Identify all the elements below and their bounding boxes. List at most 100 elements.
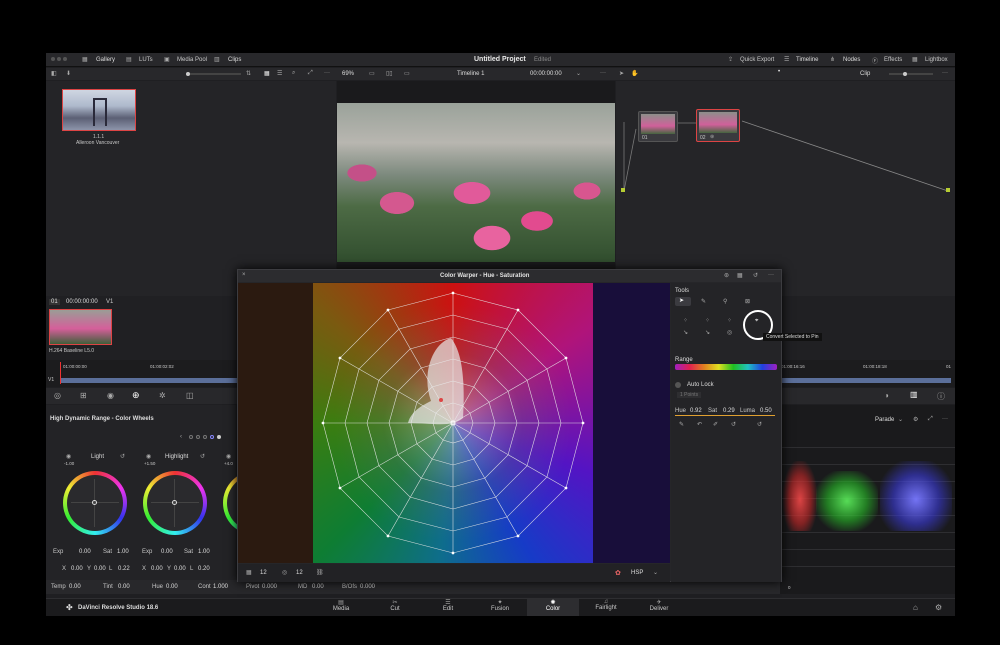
auto-lock-toggle[interactable] (675, 382, 681, 388)
node-zoom-slider[interactable] (889, 72, 933, 76)
scope-settings-icon[interactable]: ⚙ (913, 416, 918, 423)
nodes-toggle[interactable]: Nodes (843, 57, 860, 63)
clip-thumbnail[interactable] (49, 309, 112, 345)
warper-canvas[interactable] (238, 283, 670, 563)
range-spectrum[interactable] (675, 364, 777, 370)
cont-value[interactable]: 1.000 (213, 584, 228, 590)
timeline-name[interactable]: Timeline 1 (457, 71, 484, 77)
highlight-exp-value[interactable]: 0.00 (161, 549, 173, 555)
light-color-wheel[interactable] (63, 471, 127, 535)
convert-to-pin-icon[interactable]: ⌖ (755, 318, 758, 325)
bofs-value[interactable]: 0.000 (360, 584, 375, 590)
reset-icon[interactable]: ↺ (753, 272, 758, 279)
undo-icon[interactable]: ↶ (697, 421, 702, 428)
light-x-value[interactable]: 0.00 (71, 566, 83, 572)
hdr-wheels-icon[interactable]: ⊕ (132, 390, 140, 401)
light-exp-value[interactable]: 0.00 (79, 549, 91, 555)
hue-value[interactable]: 0.00 (166, 584, 178, 590)
pick-icon[interactable]: ✎ (679, 421, 684, 428)
sort-icon[interactable]: ⇅ (246, 70, 251, 77)
fit-icon[interactable]: ⤢ (308, 70, 313, 77)
rgb-mixer-icon[interactable]: ✲ (159, 391, 166, 400)
search-icon[interactable]: ⌕ (292, 70, 295, 77)
page-deliver[interactable]: ✈ Deliver (644, 599, 674, 616)
highlight-x-value[interactable]: 0.00 (151, 566, 163, 572)
timeline-toggle[interactable]: Timeline (796, 57, 818, 63)
md-value[interactable]: 0.00 (312, 584, 324, 590)
hue-value[interactable]: 0.92 (690, 408, 702, 414)
lightbox-toggle[interactable]: Lightbox (925, 57, 948, 63)
effects-toggle[interactable]: Effects (884, 57, 902, 63)
gallery-still-thumbnail[interactable] (62, 89, 136, 131)
close-icon[interactable]: × (242, 272, 246, 278)
more-icon[interactable]: ··· (324, 70, 330, 76)
node-graph[interactable]: 01 02 ⊛ (616, 81, 955, 296)
points-select[interactable]: 1 Points (677, 392, 702, 398)
highlight-l-value[interactable]: 0.20 (198, 566, 210, 572)
sat-value[interactable]: 0.29 (723, 408, 735, 414)
pin-row-icon[interactable]: ⁘ (683, 317, 688, 324)
page-cut[interactable]: ✂ Cut (380, 599, 410, 616)
brush-tool-icon[interactable]: ✎ (701, 298, 706, 305)
zoom-level[interactable]: 69% (342, 71, 354, 77)
pivot-value[interactable]: 0.000 (262, 584, 277, 590)
hand-icon[interactable]: ✋ (631, 70, 638, 77)
more-icon[interactable]: ··· (942, 70, 948, 76)
unpin-all-icon[interactable]: ↘ (705, 329, 710, 336)
pointer-icon[interactable]: ➤ (619, 70, 624, 77)
luma-value[interactable]: 0.50 (760, 408, 772, 414)
hue-grid-count[interactable]: 12 (260, 570, 267, 576)
node-mode-select[interactable]: Clip (860, 71, 870, 77)
camera-raw-icon[interactable]: ◎ (54, 391, 61, 400)
color-wheels-icon[interactable]: ◉ (107, 391, 114, 400)
warper-mesh[interactable] (313, 283, 593, 563)
pin-column-icon[interactable]: ⁘ (705, 317, 710, 324)
light-sat-value[interactable]: 1.00 (117, 549, 129, 555)
scopes-icon[interactable]: ▥ (910, 390, 918, 399)
select-tool[interactable]: ➤ (675, 297, 691, 306)
unpin-icon[interactable]: ↘ (683, 329, 688, 336)
list-view-icon[interactable]: ☰ (277, 70, 282, 77)
motion-effects-icon[interactable]: ◫ (186, 391, 194, 400)
grid-icon[interactable]: ▦ (737, 272, 743, 279)
page-fusion[interactable]: ✦ Fusion (485, 599, 515, 616)
viewer-image[interactable] (337, 103, 615, 262)
import-icon[interactable]: ⬇ (66, 70, 71, 77)
wave-icon[interactable]: ◑ (884, 391, 889, 400)
transform-tool-icon[interactable]: ⊠ (745, 298, 750, 305)
viewer-timecode[interactable]: 00:00:00:00 (530, 71, 562, 77)
split-icon[interactable]: ▯▯ (386, 70, 393, 77)
expand-icon[interactable]: ⤢ (928, 416, 933, 423)
reset-icon[interactable]: ↺ (731, 421, 736, 428)
playhead[interactable] (60, 362, 61, 384)
pin-all-icon[interactable]: ⁘ (727, 317, 732, 324)
more-icon[interactable]: ··· (600, 70, 606, 76)
link-icon[interactable]: ⛓ (316, 569, 324, 576)
more-icon[interactable]: ··· (768, 272, 774, 278)
info-icon[interactable]: ⓘ (937, 391, 945, 402)
highlight-color-wheel[interactable] (143, 471, 207, 535)
global-icon[interactable]: ⊛ (724, 272, 729, 279)
home-icon[interactable]: ⌂ (913, 603, 918, 612)
quick-export-button[interactable]: Quick Export (740, 57, 774, 63)
settings-gear-icon[interactable]: ⚙ (935, 603, 942, 612)
wheel-page-dots[interactable] (189, 435, 229, 440)
tint-value[interactable]: 0.00 (118, 584, 130, 590)
color-match-icon[interactable]: ⊞ (80, 391, 87, 400)
highlight-y-value[interactable]: 0.00 (174, 566, 186, 572)
temp-value[interactable]: 0.00 (69, 584, 81, 590)
clips-tab[interactable]: Clips (228, 57, 241, 63)
node-01[interactable]: 01 (638, 111, 678, 142)
chevron-down-icon[interactable]: ⌄ (898, 416, 903, 423)
gallery-tab[interactable]: Gallery (96, 57, 115, 63)
light-l-value[interactable]: 0.22 (118, 566, 130, 572)
page-color[interactable]: ✺ Color (527, 599, 579, 616)
color-space-select[interactable]: HSP (631, 570, 643, 576)
pen-icon[interactable]: ✐ (713, 421, 718, 428)
sat-grid-count[interactable]: 12 (296, 570, 303, 576)
more-icon[interactable]: ··· (942, 416, 948, 422)
page-media[interactable]: ▤ Media (326, 599, 356, 616)
thumbnail-size-slider[interactable] (186, 72, 241, 76)
highlight-sat-value[interactable]: 1.00 (198, 549, 210, 555)
viewer-mode-icon[interactable]: ▭ (369, 70, 375, 77)
